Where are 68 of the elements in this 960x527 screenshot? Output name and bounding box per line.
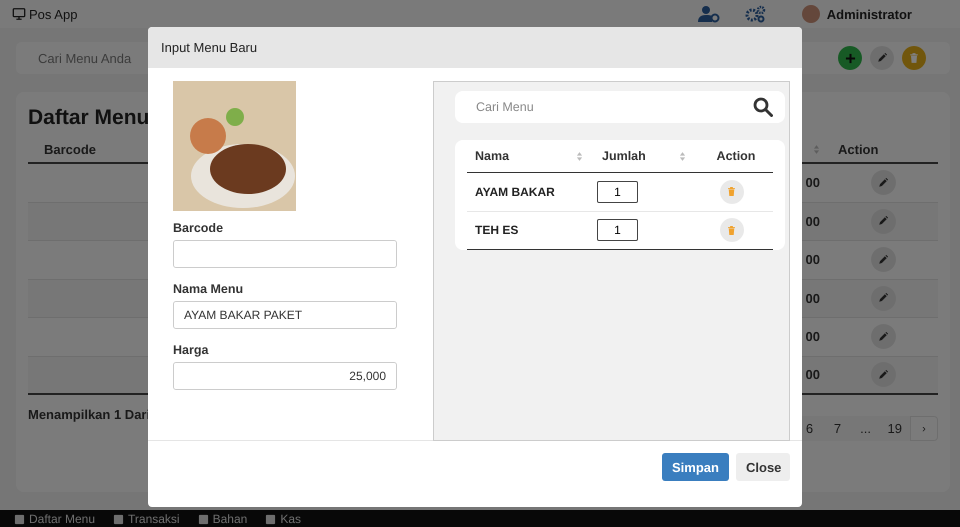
edit-button[interactable] <box>870 46 894 70</box>
monitor-icon <box>12 7 26 21</box>
input-field[interactable] <box>173 240 397 268</box>
search-icon <box>753 97 773 117</box>
page-link[interactable]: 6 <box>796 416 824 441</box>
input-field[interactable]: AYAM BAKAR PAKET <box>173 301 397 329</box>
user-settings-button[interactable] <box>698 5 720 23</box>
gears-icon <box>744 5 766 23</box>
square-icon <box>265 514 276 524</box>
square-icon <box>113 514 124 524</box>
page-link[interactable]: 7 <box>824 416 852 441</box>
square-icon <box>198 514 209 524</box>
search-placeholder[interactable]: Cari Menu Anda <box>38 50 132 66</box>
pencil-icon <box>877 330 889 343</box>
pencil-icon <box>877 368 889 381</box>
list-title: Daftar Menu <box>28 106 150 130</box>
taskbar-item[interactable]: Bahan <box>198 512 248 526</box>
pencil-icon <box>877 292 889 304</box>
table-cell: 00 <box>806 290 820 306</box>
edit-button[interactable] <box>870 324 896 350</box>
next-page-button[interactable]: › <box>910 416 938 441</box>
plus-icon <box>844 52 856 64</box>
edit-button[interactable] <box>870 362 896 388</box>
column-header[interactable]: Nama <box>475 149 510 163</box>
field-label: Barcode <box>173 221 224 235</box>
trash-icon <box>726 186 737 198</box>
modal-title: Input Menu Baru <box>161 40 258 55</box>
trash-icon <box>726 224 737 236</box>
item-name: AYAM BAKAR <box>475 184 555 199</box>
user-name[interactable]: Administrator <box>826 6 912 22</box>
input-field[interactable]: 25,000 <box>173 362 397 390</box>
edit-button[interactable] <box>870 170 896 196</box>
pencil-icon <box>877 176 889 189</box>
taskbar-item[interactable]: Daftar Menu <box>14 512 96 526</box>
quantity-field[interactable]: 1 <box>597 219 638 242</box>
item-name: TEH ES <box>475 223 518 238</box>
table-cell: 00 <box>806 367 820 382</box>
edit-button[interactable] <box>870 208 896 234</box>
table-cell: 00 <box>806 214 820 229</box>
page-link[interactable]: ... <box>852 416 880 441</box>
app-title: Pos App <box>29 6 78 22</box>
trash-icon <box>908 52 920 64</box>
save-button[interactable]: Simpan <box>662 453 729 481</box>
taskbar-item[interactable]: Kas <box>265 512 301 526</box>
user-gear-icon <box>698 5 720 23</box>
edit-button[interactable] <box>870 286 896 311</box>
close-button[interactable]: Close <box>736 453 790 481</box>
column-header[interactable]: Jumlah <box>602 149 646 163</box>
pencil-icon <box>877 254 889 266</box>
column-header[interactable]: Action <box>838 142 878 156</box>
page-link[interactable]: 19 <box>880 416 910 441</box>
quantity-field[interactable]: 1 <box>597 180 638 203</box>
square-icon <box>14 514 25 524</box>
table-cell: 00 <box>806 329 820 344</box>
add-button[interactable] <box>838 46 862 70</box>
table-cell: 00 <box>806 175 820 190</box>
field-label: Nama Menu <box>173 282 244 296</box>
edit-button[interactable] <box>870 247 896 272</box>
search-field[interactable]: Cari Menu <box>455 91 785 123</box>
table-cell: 00 <box>806 252 820 268</box>
pencil-icon <box>876 52 888 64</box>
avatar <box>802 5 820 23</box>
field-label: Harga <box>173 343 210 357</box>
column-header[interactable]: Barcode <box>44 142 96 156</box>
taskbar-item[interactable]: Transaksi <box>113 512 180 526</box>
column-header[interactable]: Action <box>716 149 756 163</box>
pencil-icon <box>877 215 889 228</box>
settings-button[interactable] <box>744 5 766 23</box>
